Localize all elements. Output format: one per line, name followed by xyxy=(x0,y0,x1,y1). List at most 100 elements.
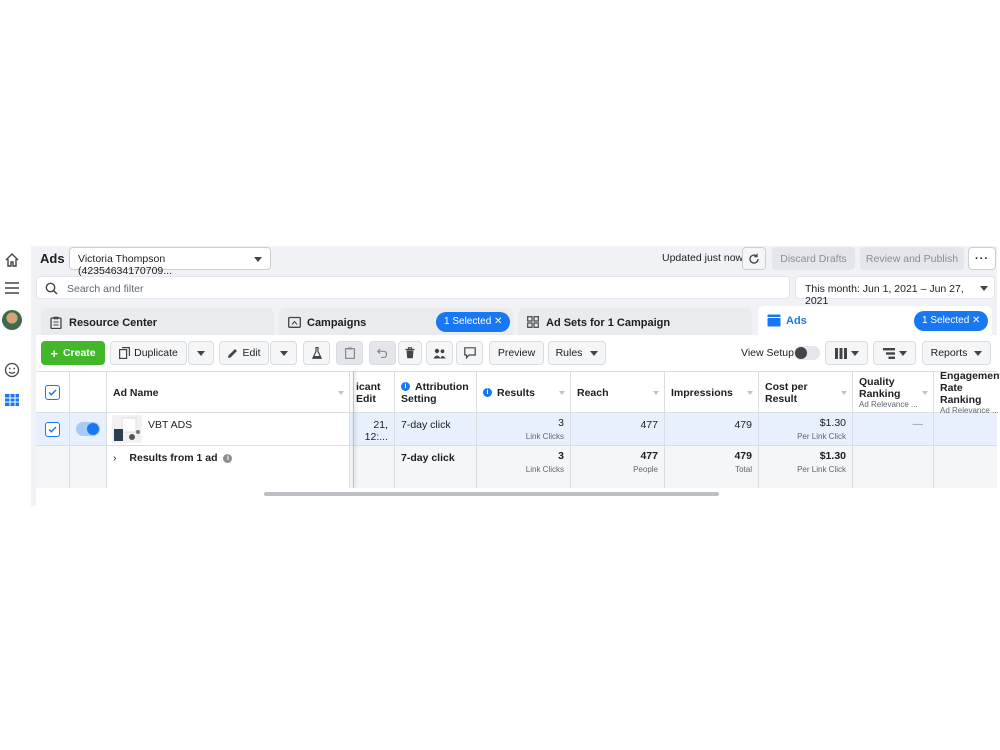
date-range-label: This month: Jun 1, 2021 – Jun 27, 2021 xyxy=(805,283,964,307)
account-selector[interactable]: Victoria Thompson (42354634170709... xyxy=(69,247,271,277)
chevron-right-icon[interactable]: › xyxy=(113,452,117,464)
summary-label: Results from 1 ad xyxy=(129,452,218,464)
column-sublabel: Ad Relevance ... xyxy=(859,400,918,409)
edit-label: Edit xyxy=(242,347,261,359)
discard-drafts-button[interactable]: Discard Drafts xyxy=(772,247,855,270)
column-header-cost[interactable]: Cost per Result xyxy=(758,372,852,413)
select-all-checkbox[interactable] xyxy=(45,385,60,400)
ads-manager-frame: Ads Victoria Thompson (42354634170709...… xyxy=(31,246,1000,506)
search-bar[interactable]: Search and filter xyxy=(36,276,790,299)
clipboard-icon xyxy=(50,316,62,329)
ad-name-cell[interactable]: VBT ADS xyxy=(106,413,349,445)
column-header-attribution[interactable]: i Attribution Setting xyxy=(394,372,476,413)
tab-resource-center[interactable]: Resource Center xyxy=(41,308,274,338)
undo-button[interactable] xyxy=(369,341,396,365)
audience-button[interactable] xyxy=(426,341,453,365)
home-icon[interactable] xyxy=(2,250,22,270)
sort-icon[interactable] xyxy=(653,391,659,395)
emoji-face-icon[interactable] xyxy=(2,360,22,380)
column-header-results[interactable]: i Results xyxy=(476,372,570,413)
tab-label: Ad Sets for 1 Campaign xyxy=(546,317,671,329)
horizontal-scrollbar[interactable] xyxy=(264,492,719,496)
select-all-cell[interactable] xyxy=(36,372,69,413)
row-select-cell[interactable] xyxy=(36,413,69,445)
breakdown-button[interactable] xyxy=(873,341,916,365)
table-header: Ad Name icant Edit i Attribution Setting … xyxy=(36,370,1000,415)
info-icon[interactable]: i xyxy=(223,453,233,463)
column-header-impressions[interactable]: Impressions xyxy=(664,372,758,413)
checkmark-icon xyxy=(48,426,57,433)
sort-icon[interactable] xyxy=(841,391,847,395)
ad-thumbnail xyxy=(112,415,142,443)
refresh-button[interactable] xyxy=(742,247,766,270)
menu-icon[interactable] xyxy=(2,278,22,298)
tab-ads[interactable]: Ads 1 Selected ✕ xyxy=(758,306,992,338)
columns-button[interactable] xyxy=(825,341,868,365)
edit-dropdown[interactable] xyxy=(270,341,297,365)
search-input[interactable]: Search and filter xyxy=(67,283,143,295)
info-icon[interactable]: i xyxy=(401,382,410,392)
ad-window-icon xyxy=(767,314,781,327)
ad-name[interactable]: VBT ADS xyxy=(148,419,192,431)
edit-button[interactable]: Edit xyxy=(219,341,269,365)
table-row[interactable]: VBT ADS 21, 12:... 7-day click 3 Link Cli… xyxy=(36,413,997,446)
row-checkbox[interactable] xyxy=(45,421,60,437)
reports-button[interactable]: Reports xyxy=(922,341,991,365)
tab-label: Resource Center xyxy=(69,317,158,329)
duplicate-icon xyxy=(119,347,131,359)
date-range-picker[interactable]: This month: Jun 1, 2021 – Jun 27, 2021 xyxy=(795,276,995,307)
close-icon[interactable]: ✕ xyxy=(972,315,980,326)
view-setup-label: View Setup xyxy=(741,347,794,359)
columns-icon xyxy=(834,347,847,359)
column-label: Ad Name xyxy=(113,386,159,399)
clipboard-icon xyxy=(344,347,355,359)
preview-button[interactable]: Preview xyxy=(489,341,544,365)
ad-status-toggle[interactable] xyxy=(76,422,100,436)
column-header-ad-name[interactable]: Ad Name xyxy=(106,372,349,413)
results-unit: Link Clicks xyxy=(525,432,564,441)
selected-badge[interactable]: 1 Selected ✕ xyxy=(436,312,511,332)
comment-button[interactable] xyxy=(456,341,483,365)
summary-empty-cell xyxy=(69,446,106,488)
tab-label: Ads xyxy=(786,315,807,327)
create-button[interactable]: + Create xyxy=(41,341,105,365)
more-options-button[interactable]: ··· xyxy=(968,247,996,270)
rules-button[interactable]: Rules xyxy=(548,341,606,365)
left-rail xyxy=(0,246,24,506)
delete-button[interactable] xyxy=(398,341,422,365)
tab-ad-sets[interactable]: Ad Sets for 1 Campaign xyxy=(518,308,752,338)
row-toggle-cell[interactable] xyxy=(69,413,106,445)
chevron-down-icon xyxy=(590,350,599,356)
ads-panel: + Create Duplicate Edit Preview Rules Vi… xyxy=(36,335,1000,506)
refresh-icon xyxy=(749,253,759,264)
column-header-reach[interactable]: Reach xyxy=(570,372,664,413)
close-icon[interactable]: ✕ xyxy=(494,316,502,327)
comment-icon xyxy=(463,347,476,359)
sort-icon[interactable] xyxy=(747,391,753,395)
summary-label-cell: › Results from 1 ad i xyxy=(106,446,349,488)
duplicate-button[interactable]: Duplicate xyxy=(110,341,187,365)
column-header-quality[interactable]: Quality Ranking Ad Relevance ... xyxy=(852,372,933,413)
review-publish-button[interactable]: Review and Publish xyxy=(860,247,964,270)
view-setup-toggle[interactable] xyxy=(794,346,820,360)
duplicate-label: Duplicate xyxy=(134,347,178,359)
info-icon[interactable]: i xyxy=(483,388,492,397)
sort-icon[interactable] xyxy=(922,391,928,395)
sort-icon[interactable] xyxy=(338,391,344,395)
sort-icon[interactable] xyxy=(559,391,565,395)
avatar[interactable] xyxy=(2,310,22,330)
duplicate-dropdown[interactable] xyxy=(188,341,214,365)
ads-manager-table-icon[interactable] xyxy=(2,390,22,410)
column-header-last-edit[interactable]: icant Edit xyxy=(349,372,394,413)
ab-test-button[interactable] xyxy=(303,341,330,365)
summary-results-unit: Link Clicks xyxy=(525,465,564,474)
chevron-down-icon xyxy=(850,350,859,356)
column-header-engagement[interactable]: Engagement Rate Ranking Ad Relevance ... xyxy=(933,370,1000,415)
selected-badge-label: 1 Selected xyxy=(922,315,970,326)
column-label: Impressions xyxy=(671,386,733,399)
selected-badge[interactable]: 1 Selected ✕ xyxy=(914,311,989,331)
clipboard-button[interactable] xyxy=(336,341,363,365)
results-value: 3 xyxy=(558,417,564,429)
summary-reach-unit: People xyxy=(633,465,658,474)
tab-campaigns[interactable]: Campaigns 1 Selected ✕ xyxy=(279,308,513,338)
